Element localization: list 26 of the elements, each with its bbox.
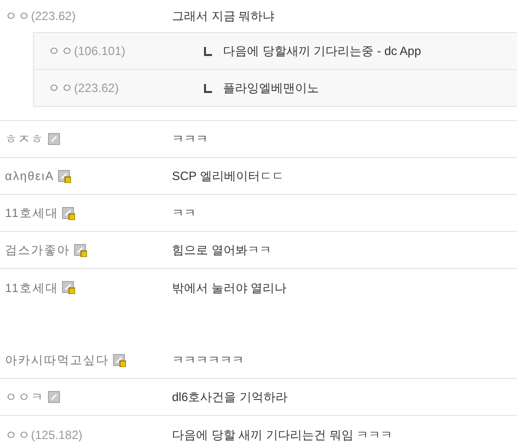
comment-text: 밖에서 눌러야 열리나 xyxy=(172,280,287,296)
nickname[interactable]: ㅇㅇ xyxy=(48,42,74,60)
comment-text: SCP 엘리베이터ㄷㄷ xyxy=(172,168,284,185)
comment-text: dl6호사건을 기억하라 xyxy=(172,389,288,406)
nickname[interactable]: 아카시따먹고싶다 xyxy=(5,351,109,369)
nickname[interactable]: ㅇㅇ xyxy=(48,79,74,97)
comment-text: 그래서 지금 뭐하냐 xyxy=(172,8,275,25)
nickname[interactable]: αληθειA xyxy=(5,167,54,185)
comment-text: 다음에 당할 새끼 기다리는건 뭐임 ㅋㅋㅋ xyxy=(172,426,393,444)
nickname[interactable]: ㅎㅈㅎ xyxy=(5,130,44,148)
nickname[interactable]: ㅇㅇㅋ xyxy=(5,388,44,406)
comment-text: ㅋㅋ xyxy=(172,205,196,222)
ip-address: (223.62) xyxy=(74,80,119,97)
comment-text: 힘으로 열어봐ㅋㅋ xyxy=(172,242,272,259)
nickname[interactable]: 검스가좋아 xyxy=(5,241,70,259)
nickname[interactable]: 11호세대 xyxy=(5,204,58,222)
nickname[interactable]: 11호세대 xyxy=(5,278,58,296)
reply-text: 플라잉엘베맨이노 xyxy=(223,80,319,97)
comment-text: ㅋㅋㅋㅋㅋㅋ xyxy=(172,352,244,369)
comment-text: ㅋㅋㅋ xyxy=(172,131,208,148)
nickname[interactable]: ㅇㅇ xyxy=(5,426,31,444)
ip-address: (125.182) xyxy=(31,426,82,444)
ip-address: (223.62) xyxy=(31,8,76,25)
reply-text: 다음에 당할새끼 기다리는중 - dc App xyxy=(223,43,422,60)
ip-address: (106.101) xyxy=(74,43,126,60)
nickname[interactable]: ㅇㅇ xyxy=(5,7,31,25)
